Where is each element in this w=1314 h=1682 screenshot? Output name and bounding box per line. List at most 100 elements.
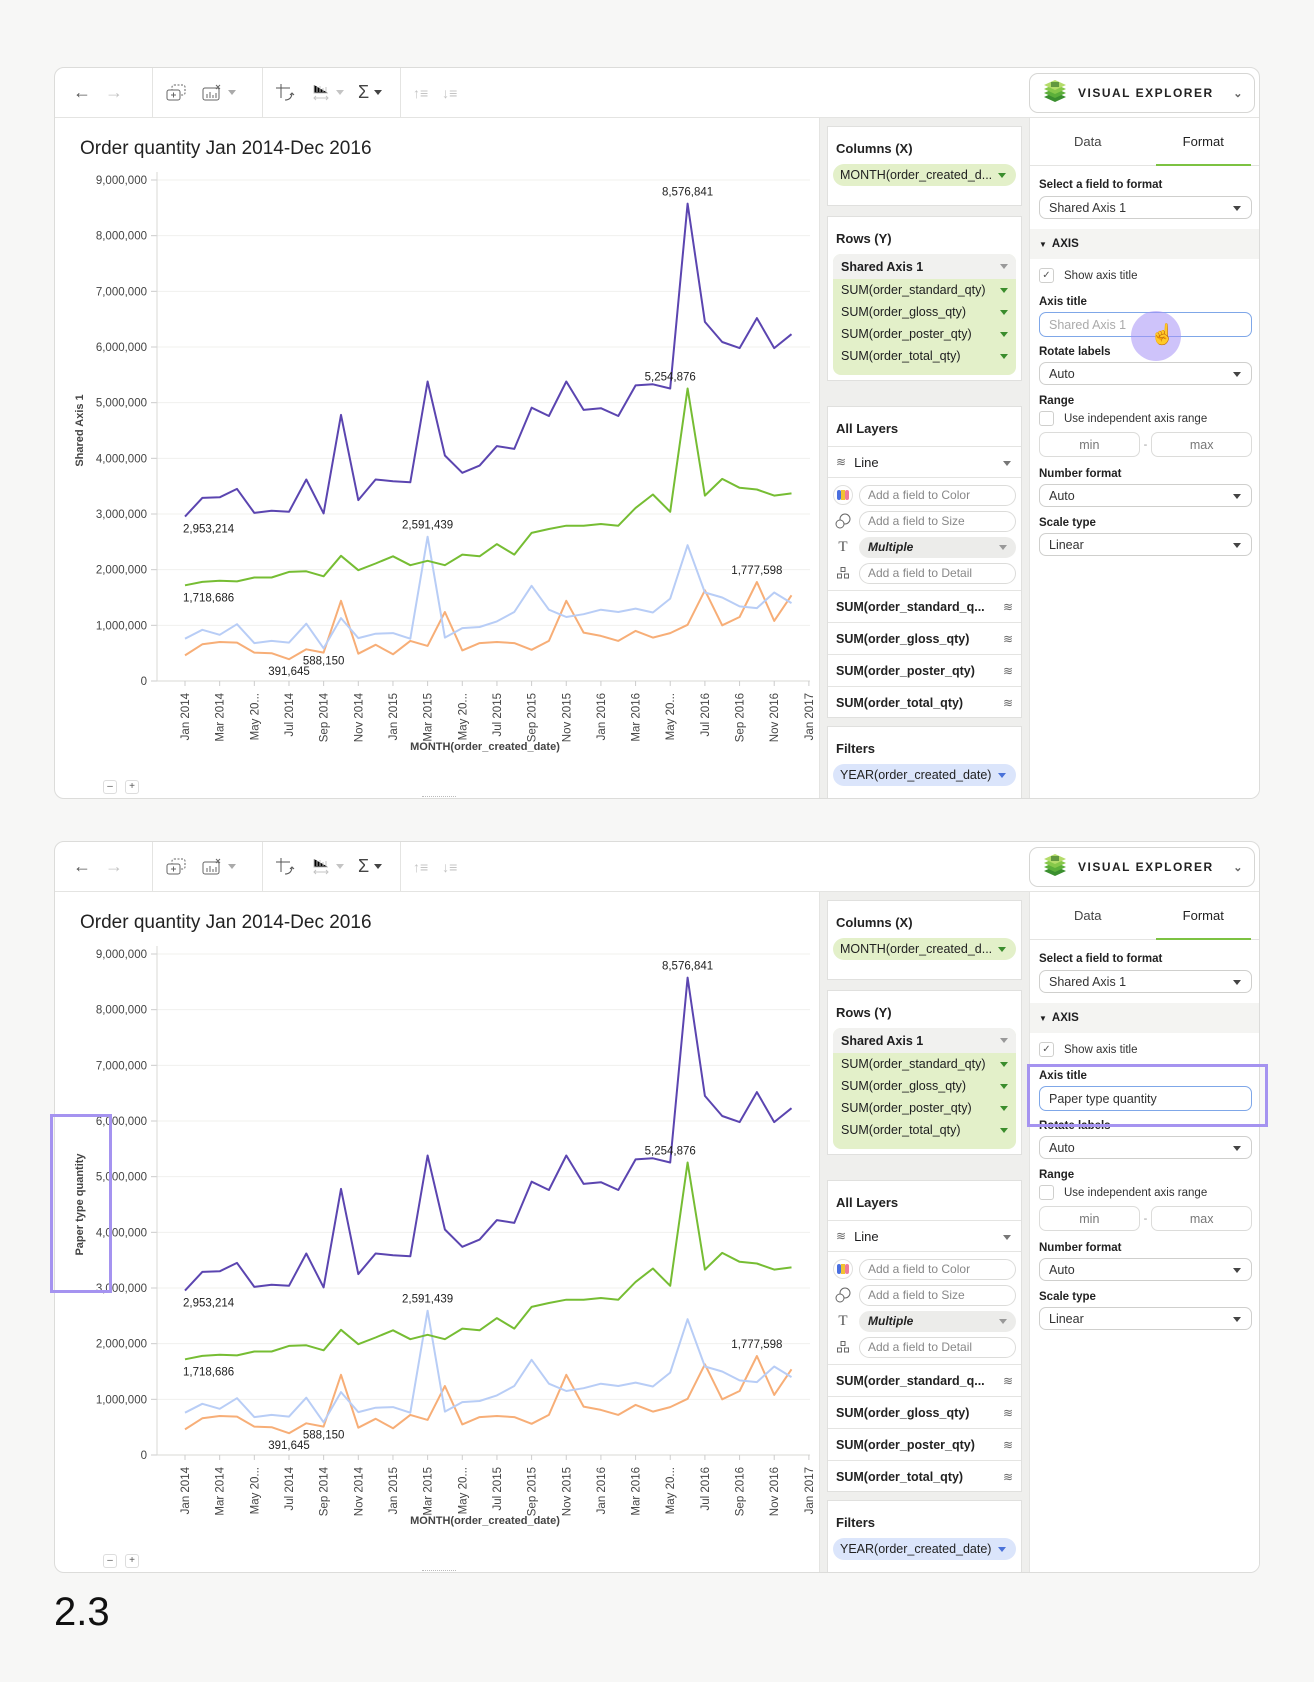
independent-range-checkbox[interactable] [1039, 1185, 1054, 1200]
panel-tabs: Data Format [1030, 118, 1260, 166]
swap-axes-icon[interactable] [275, 857, 297, 877]
tab-format[interactable]: Format [1146, 118, 1260, 166]
columns-pill[interactable]: MONTH(order_created_d... [833, 164, 1016, 186]
back-arrow-icon[interactable]: ← [73, 856, 91, 877]
independent-range-checkbox[interactable] [1039, 411, 1054, 426]
layer-item[interactable]: SUM(order_gloss_qty) ≋ [828, 622, 1021, 654]
aggregate-sigma-icon[interactable]: Σ [358, 82, 383, 103]
layer-item[interactable]: SUM(order_poster_qty) ≋ [828, 654, 1021, 686]
sort-ascending-icon[interactable]: ↑≡ [413, 859, 428, 875]
select-field-dropdown[interactable]: Shared Axis 1 [1039, 196, 1252, 219]
resize-handle[interactable] [422, 1570, 456, 1572]
show-axis-title-checkbox[interactable]: ✓ [1039, 1042, 1054, 1057]
axis-section-toggle[interactable]: ▼ AXIS [1030, 229, 1259, 259]
forward-arrow-icon[interactable]: → [105, 82, 123, 103]
tab-data[interactable]: Data [1030, 118, 1146, 165]
number-format-dropdown[interactable]: Auto [1039, 1258, 1252, 1281]
forward-arrow-icon[interactable]: → [105, 856, 123, 877]
x-tick-label: May 20... [457, 693, 469, 740]
range-min-input[interactable]: min [1039, 432, 1140, 457]
mark-type-select[interactable]: ≋ Line [828, 446, 1021, 478]
rows-pill[interactable]: SUM(order_standard_qty) [833, 279, 1016, 301]
aggregate-sigma-icon[interactable]: Σ [358, 856, 383, 877]
fit-width-icon[interactable] [311, 857, 344, 877]
range-max-input[interactable]: max [1151, 1206, 1253, 1231]
detail-field-dropzone[interactable]: Add a field to Detail [859, 562, 1016, 584]
detail-field-dropzone[interactable]: Add a field to Detail [859, 1336, 1016, 1358]
color-palette-icon[interactable] [833, 485, 853, 505]
rows-pill[interactable]: SUM(order_gloss_qty) [833, 1075, 1016, 1097]
label-field-pill[interactable]: Multiple [859, 1310, 1016, 1332]
resize-handle[interactable] [422, 796, 456, 798]
layer-item[interactable]: SUM(order_gloss_qty) ≋ [828, 1396, 1021, 1428]
independent-range-label: Use independent axis range [1064, 1186, 1208, 1199]
size-circles-icon[interactable] [833, 1285, 853, 1305]
back-arrow-icon[interactable]: ← [73, 82, 91, 103]
y-tick-label: 3,000,000 [96, 509, 147, 521]
show-axis-title-checkbox[interactable]: ✓ [1039, 268, 1054, 283]
layer-item[interactable]: SUM(order_total_qty) ≋ [828, 686, 1021, 718]
tab-data[interactable]: Data [1030, 892, 1146, 939]
scale-type-dropdown[interactable]: Linear [1039, 533, 1252, 556]
scale-type-dropdown[interactable]: Linear [1039, 1307, 1252, 1330]
zoom-in-button[interactable]: + [125, 1554, 139, 1568]
axis-section-toggle[interactable]: ▼ AXIS [1030, 1003, 1259, 1033]
visual-explorer-switcher[interactable]: VISUAL EXPLORER ⌄ [1029, 847, 1255, 887]
line-chart[interactable]: 01,000,0002,000,0003,000,0004,000,0005,0… [55, 118, 820, 799]
line-chart[interactable]: 01,000,0002,000,0003,000,0004,000,0005,0… [55, 892, 820, 1573]
label-field-pill[interactable]: Multiple [859, 536, 1016, 558]
layer-item[interactable]: SUM(order_standard_q... ≋ [828, 1364, 1021, 1396]
rows-pill[interactable]: SUM(order_gloss_qty) [833, 301, 1016, 323]
shared-axis-header[interactable]: Shared Axis 1 [833, 254, 1016, 279]
number-format-dropdown[interactable]: Auto [1039, 484, 1252, 507]
zoom-out-button[interactable]: – [103, 1554, 117, 1568]
detail-nodes-icon[interactable] [833, 1337, 853, 1357]
mark-type-select[interactable]: ≋ Line [828, 1220, 1021, 1252]
sort-descending-icon[interactable]: ↓≡ [442, 859, 457, 875]
sort-ascending-icon[interactable]: ↑≡ [413, 85, 428, 101]
caret-down-icon [1000, 309, 1008, 315]
text-label-icon[interactable]: T [833, 1311, 853, 1331]
size-circles-icon[interactable] [833, 511, 853, 531]
add-layer-icon[interactable] [165, 858, 187, 876]
range-separator: - [1143, 438, 1148, 451]
rows-pill[interactable]: SUM(order_poster_qty) [833, 1097, 1016, 1119]
caret-down-icon [1000, 331, 1008, 337]
range-min-input[interactable]: min [1039, 1206, 1140, 1231]
color-field-dropzone[interactable]: Add a field to Color [859, 484, 1016, 506]
y-tick-label: 2,000,000 [96, 565, 147, 577]
size-field-dropzone[interactable]: Add a field to Size [859, 510, 1016, 532]
shared-axis-header[interactable]: Shared Axis 1 [833, 1028, 1016, 1053]
visual-explorer-switcher[interactable]: VISUAL EXPLORER ⌄ [1029, 73, 1255, 113]
zoom-out-button[interactable]: – [103, 780, 117, 794]
sort-descending-icon[interactable]: ↓≡ [442, 85, 457, 101]
columns-pill[interactable]: MONTH(order_created_d... [833, 938, 1016, 960]
color-palette-icon[interactable] [833, 1259, 853, 1279]
add-layer-icon[interactable] [165, 84, 187, 102]
select-field-dropdown[interactable]: Shared Axis 1 [1039, 970, 1252, 993]
rotate-labels-dropdown[interactable]: Auto [1039, 1136, 1252, 1159]
layer-item[interactable]: SUM(order_standard_q... ≋ [828, 590, 1021, 622]
zoom-in-button[interactable]: + [125, 780, 139, 794]
text-label-icon[interactable]: T [833, 537, 853, 557]
clear-chart-icon[interactable] [201, 84, 236, 102]
size-field-dropzone[interactable]: Add a field to Size [859, 1284, 1016, 1306]
rotate-labels-dropdown[interactable]: Auto [1039, 362, 1252, 385]
filter-pill[interactable]: YEAR(order_created_date) [833, 1538, 1016, 1560]
fit-width-icon[interactable] [311, 83, 344, 103]
swap-axes-icon[interactable] [275, 83, 297, 103]
rows-pill[interactable]: SUM(order_total_qty) [833, 345, 1016, 367]
layer-item[interactable]: SUM(order_total_qty) ≋ [828, 1460, 1021, 1492]
layer-item[interactable]: SUM(order_poster_qty) ≋ [828, 1428, 1021, 1460]
caret-down-icon [1000, 287, 1008, 293]
rows-pill[interactable]: SUM(order_total_qty) [833, 1119, 1016, 1141]
detail-nodes-icon[interactable] [833, 563, 853, 583]
rows-pill[interactable]: SUM(order_poster_qty) [833, 323, 1016, 345]
filter-pill[interactable]: YEAR(order_created_date) [833, 764, 1016, 786]
color-field-dropzone[interactable]: Add a field to Color [859, 1258, 1016, 1280]
tab-format[interactable]: Format [1146, 892, 1260, 940]
sort-group: ↑≡ ↓≡ [401, 842, 469, 892]
clear-chart-icon[interactable] [201, 858, 236, 876]
rows-pill[interactable]: SUM(order_standard_qty) [833, 1053, 1016, 1075]
range-max-input[interactable]: max [1151, 432, 1253, 457]
